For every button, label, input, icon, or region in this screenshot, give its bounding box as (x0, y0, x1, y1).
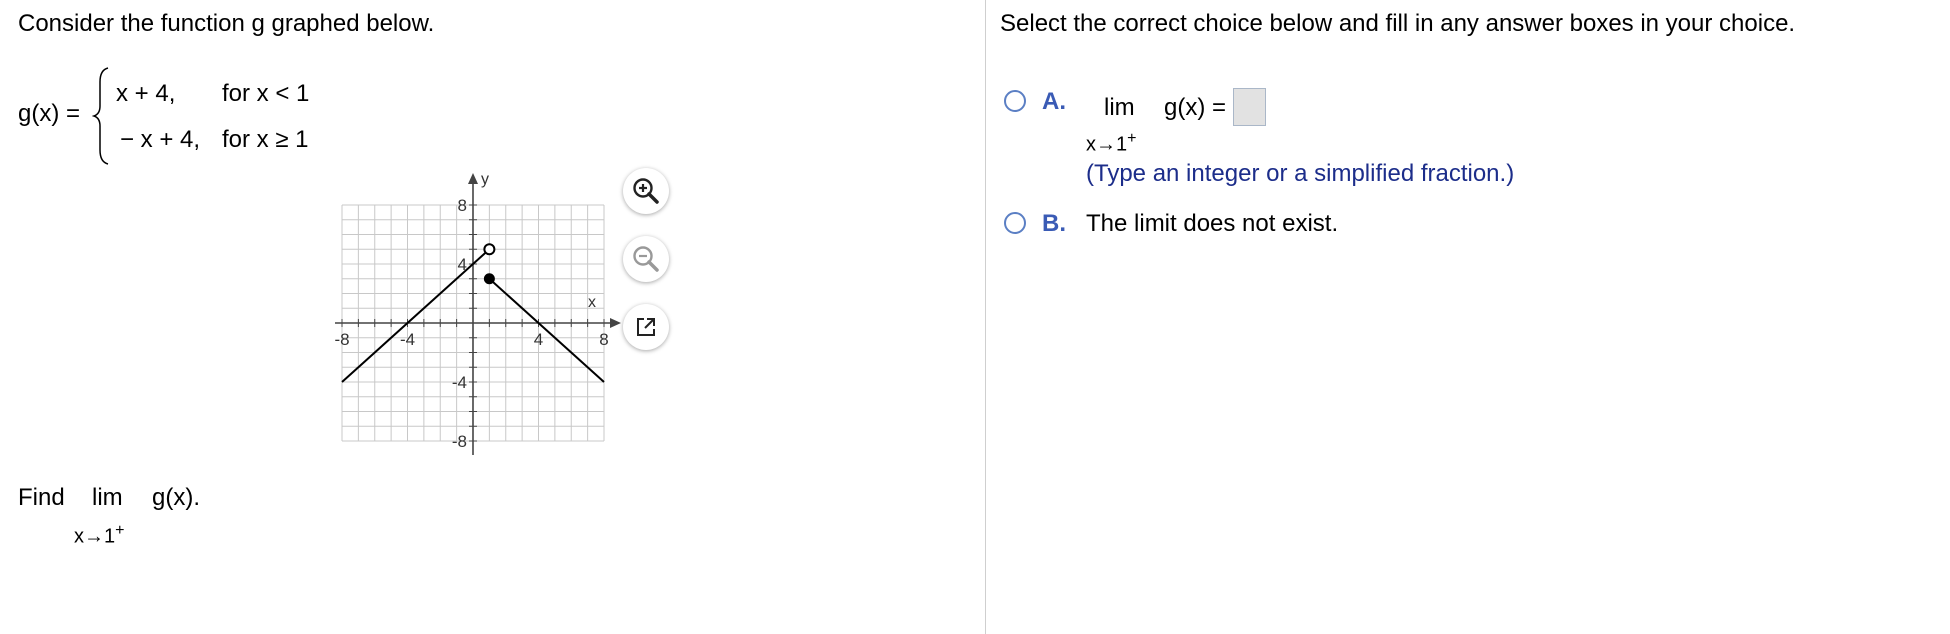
y-tick-label: -8 (452, 432, 467, 451)
find-subscript: x→1+ (74, 522, 124, 549)
choice-a-lim: lim (1104, 94, 1135, 121)
open-point (483, 243, 496, 256)
function-line (341, 248, 491, 383)
find-prefix: Find (18, 484, 65, 511)
y-tick-label: -4 (452, 373, 467, 392)
closed-point (483, 273, 495, 285)
y-axis-label: y (481, 171, 489, 188)
zoom-out-icon (633, 246, 659, 272)
choice-a-sup-text: + (1127, 130, 1137, 147)
question-intro: Consider the function g graphed below. (18, 10, 435, 37)
zoom-in-button[interactable] (623, 168, 669, 214)
function-name: g(x) = (18, 100, 81, 127)
panel-divider (985, 0, 986, 634)
x-axis-label: x (588, 294, 596, 311)
zoom-in-icon (633, 178, 659, 204)
popout-icon (637, 318, 655, 336)
choice-a-function: g(x) = (1164, 94, 1227, 121)
x-tick-label: 8 (599, 330, 608, 349)
choice-b-text: The limit does not exist. (1086, 210, 1339, 237)
function-line (488, 278, 605, 383)
choice-b-letter: B. (1042, 210, 1066, 237)
find-lim: lim (92, 484, 123, 511)
piece1-expression: x + 4, (116, 80, 176, 107)
x-tick-label: -8 (334, 330, 349, 349)
choice-b-radio[interactable] (1004, 212, 1026, 234)
choice-a-answer-box[interactable] (1233, 88, 1266, 126)
find-sub-text: x→1 (74, 525, 116, 548)
choice-a-letter: A. (1042, 88, 1066, 115)
popout-button[interactable] (623, 304, 669, 350)
piece2-condition: for x ≥ 1 (222, 126, 309, 153)
answer-instruction: Select the correct choice below and fill… (1000, 10, 1796, 37)
x-tick-label: -4 (400, 330, 415, 349)
graph-axes (335, 173, 621, 455)
choice-a-radio[interactable] (1004, 90, 1026, 112)
x-tick-label: 4 (534, 330, 543, 349)
zoom-out-button[interactable] (623, 236, 669, 282)
piece2-expression: − x + 4, (120, 126, 201, 153)
find-function: g(x). (152, 484, 200, 511)
find-sup-text: + (115, 522, 125, 539)
function-graph: -8 -4 4 884-4-8 x y (334, 171, 621, 455)
piecewise-brace (92, 67, 109, 165)
choice-a-sub-text: x→1 (1086, 133, 1128, 156)
piece1-condition: for x < 1 (222, 80, 310, 107)
choice-a-subscript: x→1+ (1086, 130, 1136, 157)
choice-a-hint: (Type an integer or a simplified fractio… (1086, 160, 1515, 187)
y-tick-label: 8 (458, 196, 467, 215)
